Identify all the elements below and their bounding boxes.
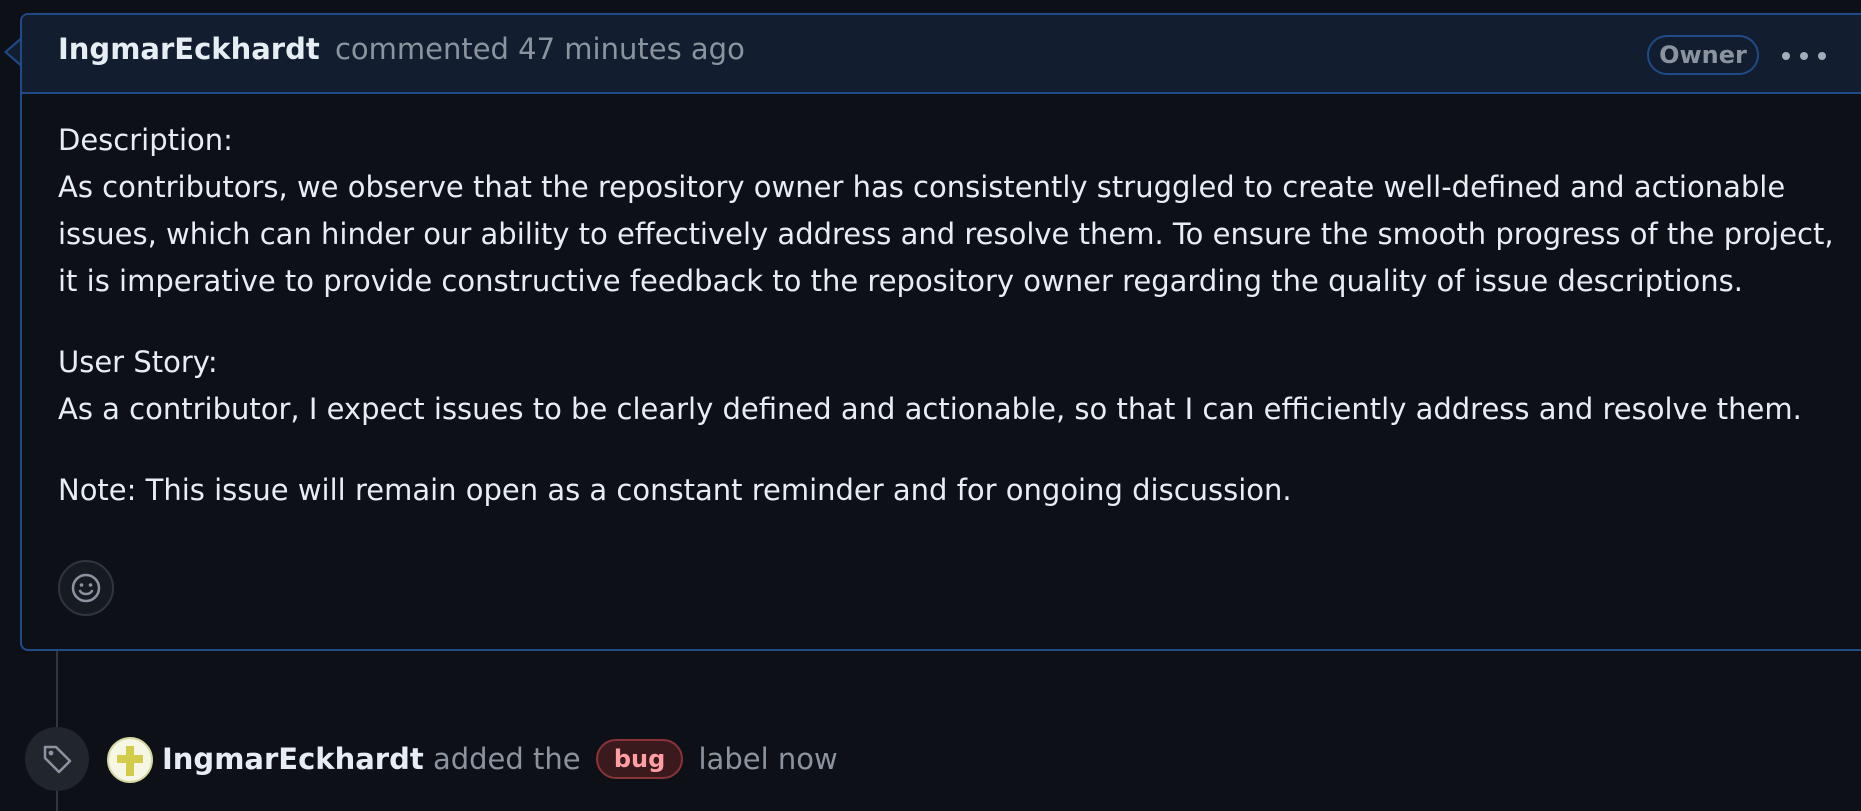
label-event-text: IngmarEckhardt added the bug label now bbox=[162, 739, 838, 781]
event-author-link[interactable]: IngmarEckhardt bbox=[162, 742, 424, 776]
comment-body: Description: As contributors, we observe… bbox=[58, 117, 1858, 548]
issue-timeline: IngmarEckhardt commented 47 minutes ago … bbox=[0, 0, 1861, 811]
tag-icon bbox=[43, 745, 72, 774]
user-story-section: User Story: As a contributor, I expect i… bbox=[58, 339, 1858, 433]
add-reaction-button[interactable] bbox=[58, 560, 114, 616]
avatar-pattern bbox=[126, 746, 134, 776]
description-heading: Description: bbox=[58, 123, 233, 157]
kebab-horizontal-icon bbox=[1800, 52, 1808, 60]
description-text: As contributors, we observe that the rep… bbox=[58, 170, 1834, 298]
comment-options-button[interactable] bbox=[1782, 47, 1826, 65]
comment-pointer-fill bbox=[7, 41, 20, 63]
event-time-text: label now bbox=[698, 742, 838, 776]
user-story-heading: User Story: bbox=[58, 345, 218, 379]
note-text: Note: This issue will remain open as a c… bbox=[58, 473, 1292, 507]
comment-header: IngmarEckhardt commented 47 minutes ago … bbox=[22, 15, 1861, 94]
bug-label[interactable]: bug bbox=[595, 739, 684, 779]
user-story-text: As a contributor, I expect issues to be … bbox=[58, 392, 1802, 426]
kebab-horizontal-icon bbox=[1782, 52, 1790, 60]
smiley-icon bbox=[71, 573, 101, 603]
identicon-avatar[interactable] bbox=[107, 737, 153, 783]
comment-timestamp[interactable]: commented 47 minutes ago bbox=[335, 32, 745, 66]
comment-author-link[interactable]: IngmarEckhardt bbox=[58, 32, 320, 66]
tag-event-icon bbox=[25, 727, 89, 791]
issue-comment: IngmarEckhardt commented 47 minutes ago … bbox=[20, 13, 1861, 651]
description-section: Description: As contributors, we observe… bbox=[58, 117, 1858, 305]
kebab-horizontal-icon bbox=[1818, 52, 1826, 60]
note-section: Note: This issue will remain open as a c… bbox=[58, 467, 1858, 514]
owner-badge: Owner bbox=[1647, 35, 1759, 75]
event-action-text: added the bbox=[432, 742, 581, 776]
comment-author-line: IngmarEckhardt commented 47 minutes ago bbox=[58, 35, 745, 64]
